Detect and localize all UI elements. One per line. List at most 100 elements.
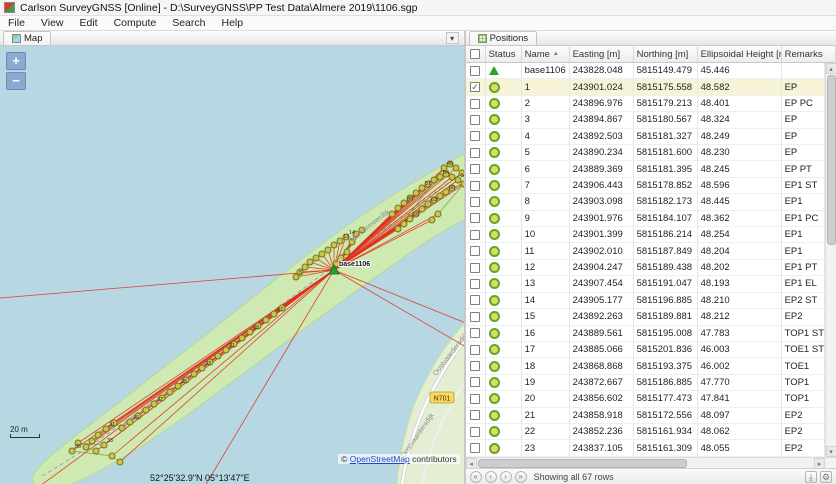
survey-point[interactable]	[93, 448, 99, 454]
row-checkbox[interactable]	[470, 230, 480, 240]
survey-point[interactable]	[307, 259, 313, 265]
zoom-in-button[interactable]: +	[6, 52, 26, 70]
row-checkbox[interactable]	[470, 181, 480, 191]
column-header-status[interactable]: Status	[486, 46, 522, 62]
menu-item-compute[interactable]: Compute	[106, 16, 165, 30]
scroll-up-arrow[interactable]: ▴	[826, 63, 836, 74]
survey-point[interactable]	[109, 453, 115, 459]
row-checkbox[interactable]	[470, 197, 480, 207]
survey-point[interactable]	[302, 264, 308, 270]
vertical-scrollbar[interactable]: ▴ ▾	[825, 63, 836, 457]
survey-point[interactable]	[419, 206, 425, 212]
table-row-19[interactable]: 19243872.6675815186.88547.770TOP1	[466, 375, 825, 391]
table-row-7[interactable]: 7243906.4435815178.85248.596EP1 ST	[466, 178, 825, 194]
row-checkbox[interactable]	[470, 213, 480, 223]
row-checkbox[interactable]	[470, 295, 480, 305]
survey-point[interactable]	[395, 205, 401, 211]
row-checkbox[interactable]	[470, 394, 480, 404]
table-row-8[interactable]: 8243903.0985815182.17348.445EP1	[466, 194, 825, 210]
table-row-9[interactable]: 9243901.9765815184.10748.362EP1 PC	[466, 211, 825, 227]
survey-point[interactable]	[461, 181, 464, 187]
tab-map[interactable]: Map	[3, 31, 51, 45]
row-checkbox[interactable]	[470, 66, 480, 76]
row-checkbox[interactable]	[470, 263, 480, 273]
table-row-21[interactable]: 21243858.9185815172.55648.097EP2	[466, 408, 825, 424]
map-canvas[interactable]: 5131448515457606366454617192123252729313…	[0, 46, 464, 484]
table-row-15[interactable]: 15243892.2635815189.88148.212EP2	[466, 309, 825, 325]
scroll-right-arrow[interactable]: ▸	[814, 458, 825, 469]
table-row-11[interactable]: 11243902.0105815187.84948.204EP1	[466, 243, 825, 259]
table-row-10[interactable]: 10243901.3995815186.21448.254EP1	[466, 227, 825, 243]
previous-page-button[interactable]: ‹	[485, 471, 497, 483]
survey-point[interactable]	[395, 226, 401, 232]
survey-point[interactable]	[344, 249, 350, 255]
survey-point[interactable]	[167, 389, 173, 395]
row-checkbox[interactable]	[470, 361, 480, 371]
table-row-20[interactable]: 20243856.6025815177.47347.841TOP1	[466, 391, 825, 407]
survey-point[interactable]	[431, 177, 437, 183]
table-row-23[interactable]: 23243837.1055815161.30948.055EP2	[466, 440, 825, 456]
scroll-left-arrow[interactable]: ◂	[466, 458, 477, 469]
survey-point[interactable]	[449, 174, 455, 180]
table-row-17[interactable]: 17243885.0665815201.83646.003TOE1 ST	[466, 342, 825, 358]
table-row-14[interactable]: 14243905.1775815196.88548.210EP2 ST	[466, 293, 825, 309]
last-page-button[interactable]: »	[515, 471, 527, 483]
survey-point[interactable]	[413, 190, 419, 196]
menu-item-edit[interactable]: Edit	[72, 16, 106, 30]
survey-point[interactable]	[191, 371, 197, 377]
vertical-scrollbar-thumb[interactable]	[827, 75, 836, 245]
map-view[interactable]: 5131448515457606366454617192123252729313…	[0, 46, 464, 484]
first-page-button[interactable]: «	[470, 471, 482, 483]
column-header-easting[interactable]: Easting [m]	[570, 46, 634, 62]
table-row-4[interactable]: 4243892.5035815181.32748.249EP	[466, 129, 825, 145]
settings-icon[interactable]: ⚙	[820, 471, 832, 483]
row-checkbox[interactable]	[470, 246, 480, 256]
survey-point[interactable]	[89, 438, 95, 444]
survey-point[interactable]	[119, 425, 125, 431]
menu-item-file[interactable]: File	[0, 16, 33, 30]
row-checkbox[interactable]	[470, 131, 480, 141]
row-checkbox[interactable]: ✓	[470, 82, 480, 92]
table-row-3[interactable]: 3243894.8675815180.56748.324EP	[466, 112, 825, 128]
menu-item-help[interactable]: Help	[213, 16, 251, 30]
table-row-5[interactable]: 5243890.2345815181.60048.230EP	[466, 145, 825, 161]
scroll-down-arrow[interactable]: ▾	[826, 446, 836, 457]
table-row-13[interactable]: 13243907.4545815191.04748.193EP1 EL	[466, 276, 825, 292]
column-header-name[interactable]: Name ▲	[522, 46, 570, 62]
table-row-22[interactable]: 22243852.2365815161.93448.062EP2	[466, 424, 825, 440]
row-checkbox[interactable]	[470, 345, 480, 355]
survey-point[interactable]	[331, 242, 337, 248]
row-checkbox[interactable]	[470, 164, 480, 174]
survey-point[interactable]	[239, 335, 245, 341]
tab-list-dropdown-icon[interactable]: ▾	[446, 32, 459, 44]
survey-point[interactable]	[401, 221, 407, 227]
table-row-12[interactable]: 12243904.2475815189.43848.202EP1 PT	[466, 260, 825, 276]
survey-point[interactable]	[325, 247, 331, 253]
table-row-16[interactable]: 16243889.5615815195.00847.783TOP1 ST	[466, 326, 825, 342]
table-row-6[interactable]: 6243889.3695815181.39548.245EP PT	[466, 161, 825, 177]
table-row-2[interactable]: 2243896.9765815179.21348.401EP PC	[466, 96, 825, 112]
row-checkbox[interactable]	[470, 410, 480, 420]
row-checkbox[interactable]	[470, 312, 480, 322]
survey-point[interactable]	[453, 165, 459, 171]
table-row-base1106[interactable]: base1106243828.0485815149.47945.446	[466, 63, 825, 79]
survey-point[interactable]	[437, 193, 443, 199]
survey-point[interactable]	[435, 211, 441, 217]
table-row-18[interactable]: 18243868.8685815193.37546.002TOE1	[466, 358, 825, 374]
export-icon[interactable]: ⤓	[805, 471, 817, 483]
tab-positions[interactable]: Positions	[469, 31, 538, 45]
survey-point[interactable]	[313, 255, 319, 261]
row-checkbox[interactable]	[470, 148, 480, 158]
column-header-ellipsoidal-height[interactable]: Ellipsoidal Height [m]	[698, 46, 782, 62]
row-checkbox[interactable]	[470, 115, 480, 125]
column-header-northing[interactable]: Northing [m]	[634, 46, 698, 62]
survey-point[interactable]	[143, 407, 149, 413]
menu-item-search[interactable]: Search	[164, 16, 213, 30]
survey-point[interactable]	[319, 251, 325, 257]
openstreetmap-link[interactable]: OpenStreetMap	[350, 454, 410, 464]
survey-point[interactable]	[83, 444, 89, 450]
survey-point[interactable]	[263, 317, 269, 323]
row-checkbox[interactable]	[470, 377, 480, 387]
row-checkbox[interactable]	[470, 279, 480, 289]
select-all-checkbox[interactable]	[470, 49, 480, 59]
